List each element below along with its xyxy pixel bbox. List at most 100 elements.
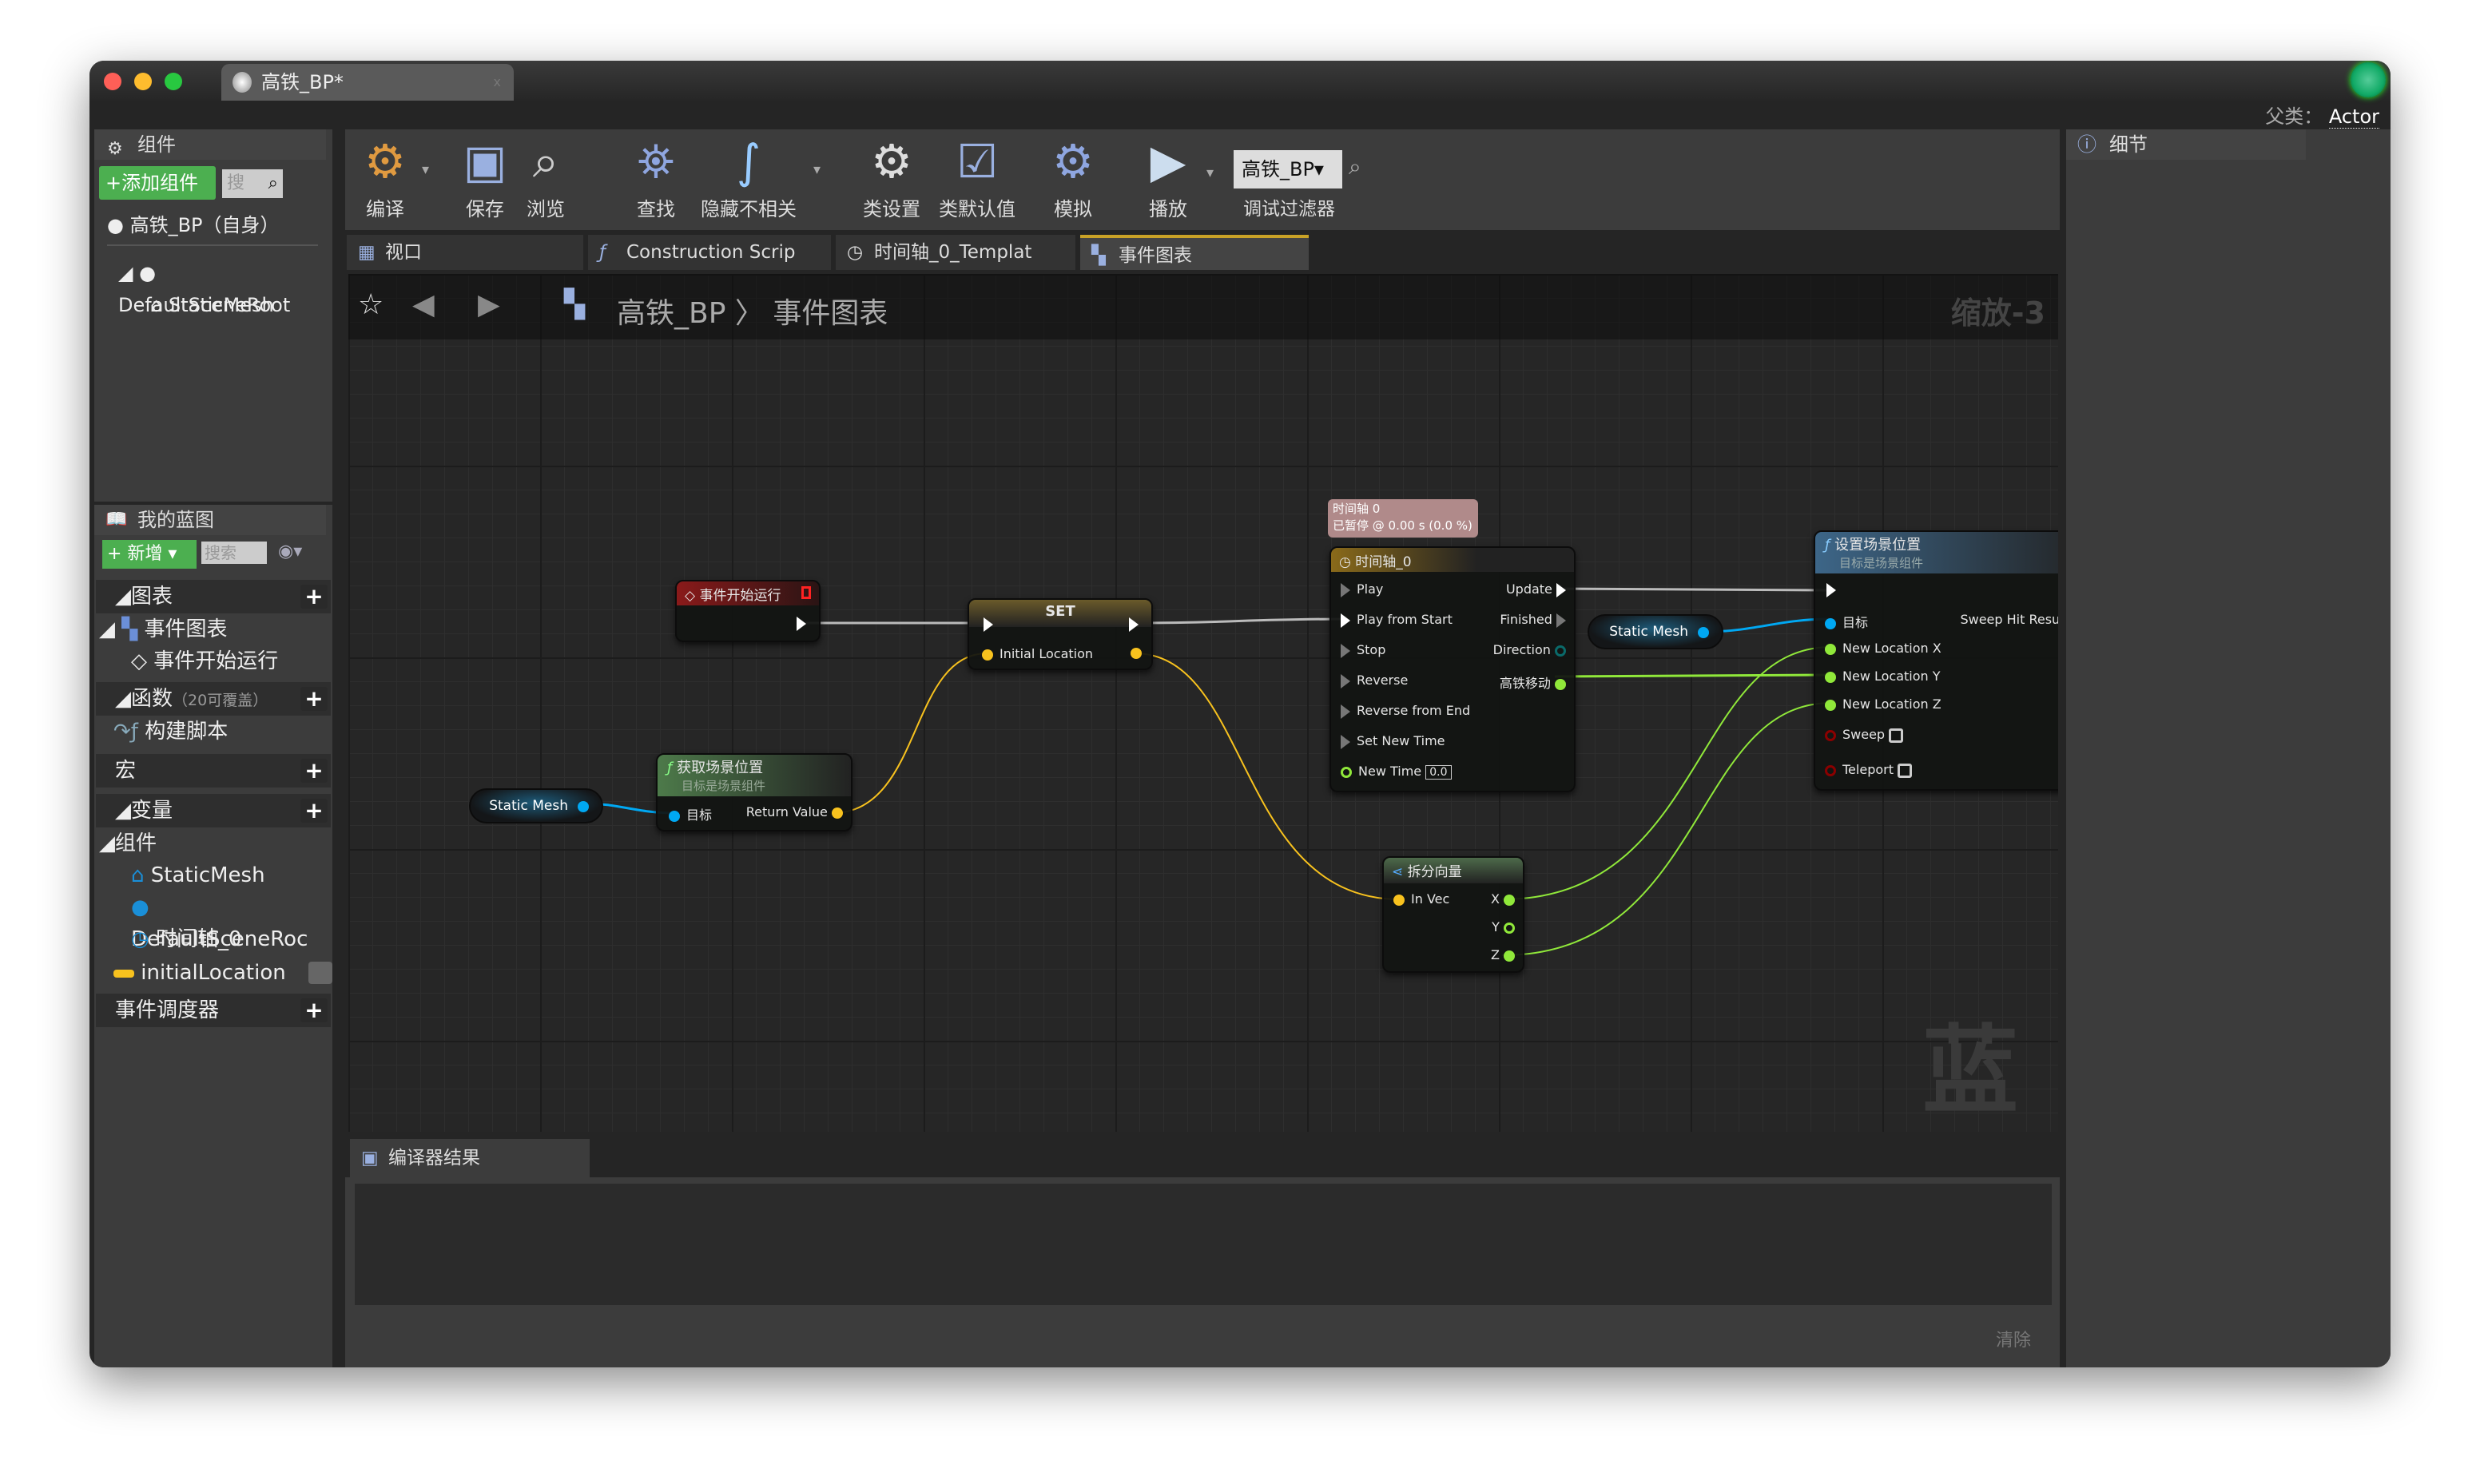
debug-object-select[interactable]: 高铁_BP▾ — [1234, 150, 1342, 188]
node-set[interactable]: SET Initial Location — [968, 598, 1153, 670]
play-button[interactable]: ▶ 播放 — [1128, 129, 1208, 229]
pin-play[interactable]: Play — [1341, 581, 1383, 597]
browse-button[interactable]: ⌕ 浏览 — [518, 129, 574, 229]
new-time-input[interactable]: 0.0 — [1425, 765, 1452, 780]
compile-options-dropdown[interactable]: ▾ — [422, 161, 429, 178]
visibility-toggle[interactable] — [308, 962, 332, 984]
clear-button[interactable]: 清除 — [1996, 1326, 2031, 1351]
compile-button[interactable]: ⚙ 编译 — [353, 129, 417, 229]
item-begin-play[interactable]: ◇ 事件开始运行 — [131, 645, 278, 677]
parent-class-link[interactable]: Actor — [2328, 105, 2379, 129]
var-default-scene-root[interactable]: ● DefaultSceneRoc — [131, 891, 332, 951]
class-settings-button[interactable]: ⚙ 类设置 — [860, 129, 924, 229]
pin-update[interactable]: Update — [1506, 581, 1566, 597]
tab-viewport[interactable]: ▦ 视口 — [347, 235, 583, 270]
play-options-dropdown[interactable]: ▾ — [1206, 165, 1214, 181]
node-timeline[interactable]: ◷ 时间轴_0 Play Play from Start Stop Revers… — [1329, 546, 1576, 792]
sweep-checkbox[interactable] — [1889, 728, 1904, 743]
pin-stop[interactable]: Stop — [1341, 642, 1385, 658]
close-window-button[interactable] — [104, 73, 121, 90]
save-button[interactable]: ▣ 保存 — [457, 129, 513, 229]
node-break-vector[interactable]: ⋖ 拆分向量 In Vec X Y Z — [1382, 856, 1524, 973]
pin-y[interactable]: Y — [1492, 919, 1515, 934]
node-get-world-location[interactable]: ƒ 获取场景位置 目标是场景组件 目标 Return Value — [656, 753, 852, 831]
add-graph-button[interactable]: + — [300, 585, 328, 609]
pin-reverse-from-end[interactable]: Reverse from End — [1341, 703, 1470, 719]
var-initial-location[interactable]: initialLocation — [113, 957, 332, 989]
section-event-dispatchers[interactable]: 事件调度器 + — [96, 994, 331, 1027]
item-components-category[interactable]: ◢组件 — [99, 827, 157, 859]
section-macros[interactable]: 宏 + — [96, 754, 331, 788]
component-static-mesh[interactable]: ⌂ StaticMesh — [150, 289, 274, 321]
tab-construction-script[interactable]: ƒ Construction Scrip — [588, 235, 831, 270]
view-options-eye-icon[interactable]: ◉▾ — [278, 542, 302, 561]
add-function-button[interactable]: + — [300, 687, 328, 711]
pin-new-location-y[interactable]: New Location Y — [1825, 669, 1941, 684]
zoom-window-button[interactable] — [165, 73, 182, 90]
pin-new-location-z[interactable]: New Location Z — [1825, 696, 1941, 712]
simulate-icon: ⚙ — [1052, 134, 1094, 188]
pin-initial-location-out[interactable] — [1131, 648, 1142, 659]
exec-in-pin[interactable] — [1826, 583, 1836, 597]
exec-out-pin[interactable] — [797, 617, 806, 631]
pin-sweep-hit-result[interactable]: Sweep Hit Result — [1960, 612, 2058, 627]
exec-in-pin[interactable] — [984, 617, 993, 632]
binoculars-icon: ⛯ — [637, 134, 675, 188]
pin-in-vec[interactable]: In Vec — [1393, 891, 1449, 907]
component-self[interactable]: ● 高铁_BP（自身） — [107, 209, 280, 241]
document-tab[interactable]: 高铁_BP* x — [221, 64, 514, 101]
node-static-mesh-getter[interactable]: Static Mesh — [469, 788, 603, 823]
blueprint-search-input[interactable]: 搜索 — [201, 542, 267, 564]
minimize-window-button[interactable] — [134, 73, 152, 90]
node-static-mesh-getter-2[interactable]: Static Mesh — [1588, 614, 1723, 649]
hide-unrelated-button[interactable]: ∫ 隐藏不相关 — [697, 129, 801, 229]
add-macro-button[interactable]: + — [300, 759, 328, 783]
pin-teleport[interactable]: Teleport — [1825, 762, 1913, 778]
var-static-mesh[interactable]: ⌂ StaticMesh — [131, 859, 265, 891]
item-construction-script[interactable]: ↷ƒ 构建脚本 — [113, 716, 228, 748]
pin-return-value[interactable]: Return Value — [746, 804, 843, 819]
pin-new-time[interactable]: New Time 0.0 — [1341, 764, 1452, 780]
section-variables[interactable]: ◢变量 + — [96, 794, 331, 827]
exec-out-pin[interactable] — [1129, 617, 1139, 632]
pin-new-location-x[interactable]: New Location X — [1825, 641, 1941, 656]
pin-direction[interactable]: Direction — [1493, 642, 1566, 657]
var-timeline[interactable]: ◷ 时间轴_0 — [131, 923, 242, 955]
add-variable-button[interactable]: + — [300, 799, 328, 823]
compiler-results-tab[interactable]: ▣ 编译器结果 — [350, 1139, 590, 1177]
add-dispatcher-button[interactable]: + — [300, 998, 328, 1022]
pin-finished[interactable]: Finished — [1500, 612, 1566, 628]
pin-target[interactable]: 目标 — [669, 804, 712, 823]
add-component-button[interactable]: +添加组件 — [99, 166, 216, 200]
pin-train-move[interactable]: 高铁移动 — [1500, 673, 1566, 692]
component-default-scene-root[interactable]: ◢ ● DefaultSceneRoot — [118, 257, 332, 316]
find-button[interactable]: ⛯ 查找 — [628, 129, 684, 229]
class-defaults-button[interactable]: ☑ 类默认值 — [933, 129, 1021, 229]
pin-initial-location-in[interactable]: Initial Location — [982, 646, 1093, 661]
tab-event-graph[interactable]: ▚ 事件图表 — [1080, 235, 1309, 270]
hide-options-dropdown[interactable]: ▾ — [813, 161, 821, 178]
teleport-checkbox[interactable] — [1898, 763, 1913, 778]
details-header: ⓘ 细节 — [2066, 129, 2306, 160]
pin-sweep[interactable]: Sweep — [1825, 727, 1904, 743]
item-event-graph[interactable]: ◢ ▚ 事件图表 — [99, 613, 228, 645]
tab-timeline-template[interactable]: ◷ 时间轴_0_Templat — [836, 235, 1075, 270]
pin-reverse[interactable]: Reverse — [1341, 673, 1408, 688]
pin-x[interactable]: X — [1491, 891, 1515, 907]
close-tab-icon[interactable]: x — [494, 64, 501, 101]
pin-z[interactable]: Z — [1491, 947, 1515, 962]
component-search-input[interactable]: 搜 ⌕ — [222, 169, 283, 198]
timeline-status-bubble: 时间轴 0 已暂停 @ 0.00 s (0.0 %) — [1328, 499, 1478, 538]
debug-search-icon[interactable]: ⌕ — [1349, 153, 1361, 181]
pin-set-new-time[interactable]: Set New Time — [1341, 733, 1445, 749]
pin-play-from-start[interactable]: Play from Start — [1341, 612, 1453, 628]
new-button[interactable]: + 新增 ▾ — [102, 540, 197, 569]
node-begin-play[interactable]: ◇ 事件开始运行 — [675, 580, 821, 642]
section-graphs[interactable]: ◢图表 + — [96, 580, 331, 613]
event-graph-canvas[interactable]: ☆ ◀ ▶ ▚ 高铁_BP 〉 事件图表 缩放-3 蓝图 ◇ 事件开始运行 SE… — [348, 274, 2058, 1132]
simulate-button[interactable]: ⚙ 模拟 — [1045, 129, 1101, 229]
pin-target[interactable]: 目标 — [1825, 612, 1868, 631]
node-set-world-location[interactable]: ƒ 设置场景位置 目标是场景组件 目标 Sweep Hit Result New … — [1814, 530, 2058, 791]
my-blueprint-header: 📖 我的蓝图 — [94, 505, 326, 535]
section-functions[interactable]: ◢函数（20可覆盖） + — [96, 682, 331, 716]
